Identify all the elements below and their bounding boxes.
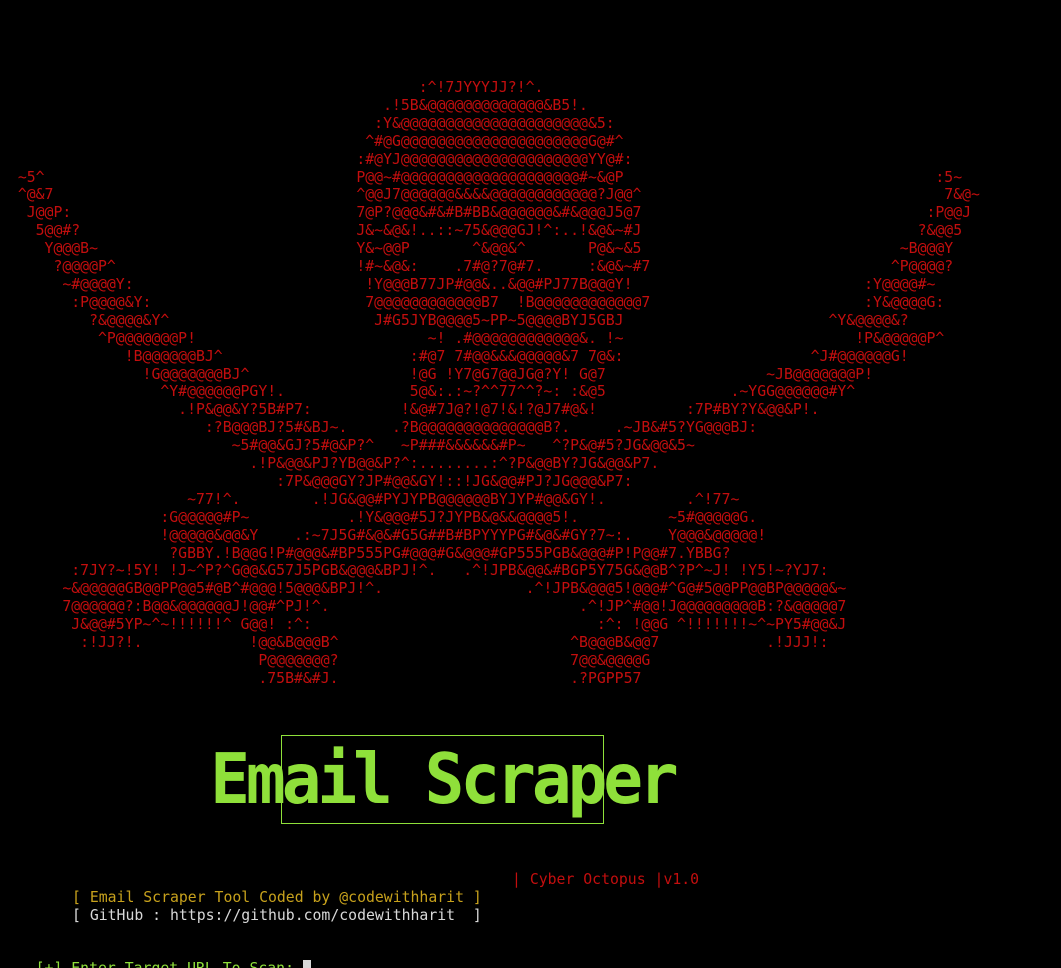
octopus-ascii-art: :^!7JYYYJJ?!^. .!5B&@@@@@@@@@@@@@&B5!. :… [17,79,980,687]
tag-line: | Cyber Octopus |v1.0 [512,871,700,888]
banner-title-box: Email Scraper [210,735,679,824]
input-prompt[interactable]: [+] Enter Target URL To Scan: [0,942,311,968]
text-cursor[interactable] [302,959,311,968]
terminal-window: :^!7JYYYJJ?!^. .!5B&@@@@@@@@@@@@@&B5!. :… [0,0,1061,968]
banner-title: Email Scraper [210,738,679,820]
prompt-label: [+] Enter Target URL To Scan: [36,960,303,968]
credit-line: [ Email Scraper Tool Coded by @codewithh… [72,889,482,906]
github-line: [ GitHub : https://github.com/codewithha… [72,907,482,924]
